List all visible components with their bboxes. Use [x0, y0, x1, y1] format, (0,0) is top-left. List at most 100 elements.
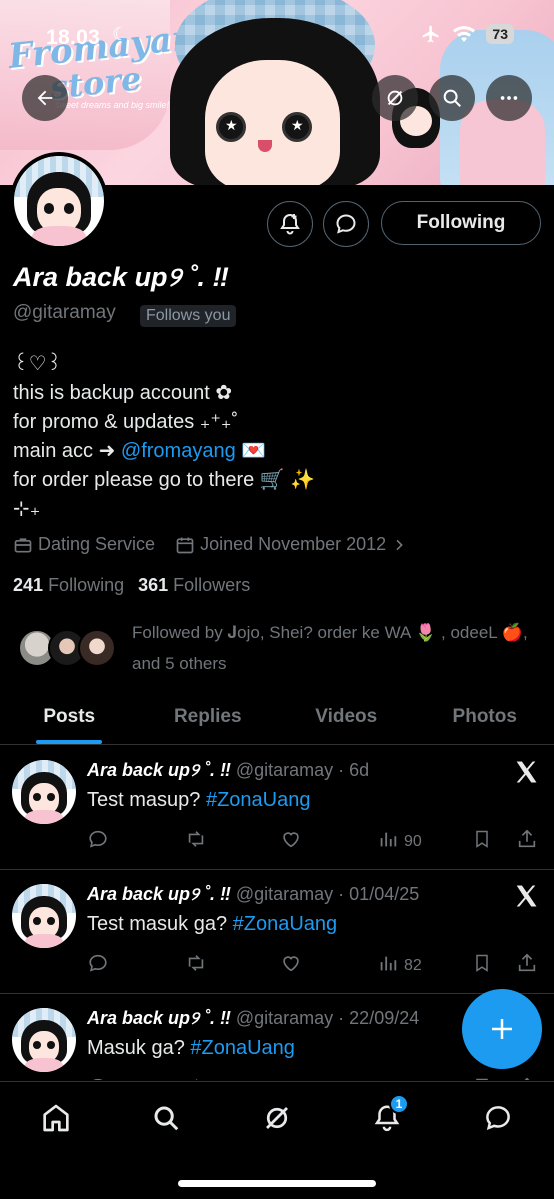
views-icon	[377, 1076, 399, 1080]
post-avatar[interactable]	[12, 760, 76, 824]
message-icon	[336, 214, 356, 234]
post-handle-date: @gitaramay · 01/04/25	[230, 884, 420, 904]
repost-icon[interactable]	[184, 1076, 208, 1080]
tab-replies[interactable]: Replies	[139, 689, 278, 744]
profile-meta: Dating Service Joined November 2012	[13, 534, 407, 555]
search-icon	[154, 1106, 179, 1131]
search-button[interactable]	[429, 75, 475, 121]
bio-line: main acc ➜ @fromayang 💌	[13, 440, 267, 462]
like-icon[interactable]	[280, 952, 302, 974]
views-icon	[377, 952, 399, 979]
status-icons: 73	[420, 24, 514, 44]
reply-icon[interactable]	[87, 1076, 109, 1080]
bell-plus-icon	[280, 213, 300, 235]
post-avatar[interactable]	[12, 884, 76, 948]
following-count-link[interactable]: 241 Following	[13, 575, 124, 596]
status-time: 18.03	[46, 26, 101, 49]
focus-moon-icon: ☾	[112, 24, 129, 44]
post-author-name[interactable]: Ara back up୨ ˚. ‼	[87, 760, 231, 780]
bio-line: for promo & updates ₊⁺₊˚	[13, 411, 239, 433]
post-actions	[87, 1076, 542, 1080]
banner-tagline: sweet dreams and big smile!	[55, 100, 170, 110]
nav-notifications[interactable]: 1	[367, 1094, 409, 1138]
grok-icon	[266, 1107, 288, 1129]
airplane-icon	[423, 25, 439, 43]
mutual-avatar	[78, 629, 116, 667]
post-hashtag[interactable]: #ZonaUang	[233, 913, 338, 935]
share-icon[interactable]	[516, 952, 538, 974]
post-author-name[interactable]: Ara back up୨ ˚. ‼	[87, 1008, 231, 1028]
battery-indicator: 73	[486, 24, 514, 44]
post-hashtag[interactable]: #ZonaUang	[190, 1037, 295, 1059]
nav-messages[interactable]	[478, 1098, 518, 1138]
joined-date[interactable]: Joined November 2012	[175, 534, 407, 555]
nav-grok[interactable]	[257, 1098, 297, 1138]
compose-post-button[interactable]	[462, 989, 542, 1069]
post-text: Test masup? #ZonaUang	[87, 789, 311, 811]
home-icon	[43, 1104, 69, 1132]
active-tab-indicator	[36, 740, 103, 744]
profile-category: Dating Service	[13, 534, 155, 555]
more-icon	[500, 96, 518, 100]
message-icon	[486, 1106, 510, 1131]
tab-videos[interactable]: Videos	[277, 689, 416, 744]
following-button[interactable]: Following	[381, 201, 541, 245]
share-icon[interactable]	[516, 828, 538, 850]
back-button[interactable]	[22, 75, 68, 121]
post-header: Ara back up୨ ˚. ‼ @gitaramay · 01/04/25	[87, 884, 419, 905]
bio-line: for order please go to there 🛒 ✨	[13, 469, 316, 491]
bio-line: ꒰♡꒱	[13, 353, 63, 375]
home-indicator	[178, 1180, 376, 1187]
notifications-subscribe-button[interactable]	[267, 201, 313, 247]
bookmark-icon[interactable]	[472, 952, 492, 974]
bookmark-icon[interactable]	[472, 828, 492, 850]
follow-counts: 241 Following 361 Followers	[13, 575, 250, 596]
banner-character-eye	[216, 112, 246, 142]
post-handle-date: @gitaramay · 22/09/24	[230, 1008, 420, 1028]
calendar-icon	[176, 537, 194, 553]
views-button[interactable]: 90	[377, 828, 422, 855]
post-avatar[interactable]	[12, 1008, 76, 1072]
bio-line: this is backup account ✿	[13, 382, 233, 404]
like-icon[interactable]	[280, 1076, 302, 1080]
bottom-navigation: 1	[0, 1081, 554, 1199]
repost-icon[interactable]	[184, 828, 208, 850]
tab-photos[interactable]: Photos	[416, 689, 554, 744]
followed-by-text: Followed by 𝐉ojo, Shei? order ke WA 🌷 , …	[132, 623, 528, 673]
nav-home[interactable]	[36, 1098, 76, 1138]
grok-button[interactable]	[372, 75, 418, 121]
x-logo-icon	[512, 758, 540, 791]
wifi-icon	[453, 26, 476, 42]
post-item[interactable]: Ara back up୨ ˚. ‼ @gitaramay · 01/04/25 T…	[0, 870, 554, 994]
chevron-right-icon	[396, 539, 403, 550]
x-logo-icon	[512, 882, 540, 915]
tab-posts[interactable]: Posts	[0, 689, 139, 744]
mutual-avatars	[18, 629, 118, 667]
post-item[interactable]: Ara back up୨ ˚. ‼ @gitaramay · 6d Test ma…	[0, 746, 554, 870]
views-button[interactable]: 82	[377, 952, 422, 979]
message-button[interactable]	[323, 201, 369, 247]
plus-icon	[492, 1019, 512, 1039]
post-header: Ara back up୨ ˚. ‼ @gitaramay · 6d	[87, 760, 369, 781]
post-author-name[interactable]: Ara back up୨ ˚. ‼	[87, 884, 231, 904]
reply-icon[interactable]	[87, 952, 109, 974]
bio-mention-link[interactable]: @fromayang	[121, 440, 236, 462]
reply-icon[interactable]	[87, 828, 109, 850]
post-hashtag[interactable]: #ZonaUang	[206, 789, 311, 811]
views-icon	[377, 828, 399, 855]
share-icon[interactable]	[516, 1076, 538, 1080]
profile-avatar[interactable]	[10, 152, 108, 250]
post-header: Ara back up୨ ˚. ‼ @gitaramay · 22/09/24	[87, 1008, 419, 1029]
bookmark-icon[interactable]	[472, 1076, 492, 1080]
post-actions: 90	[87, 828, 542, 854]
followers-count-link[interactable]: 361 Followers	[138, 575, 250, 596]
profile-handle: @gitaramay	[13, 302, 116, 323]
views-button[interactable]	[377, 1076, 404, 1080]
nav-search[interactable]	[146, 1098, 186, 1138]
more-options-button[interactable]	[486, 75, 532, 121]
grok-icon	[387, 90, 403, 106]
repost-icon[interactable]	[184, 952, 208, 974]
like-icon[interactable]	[280, 828, 302, 850]
post-text: Masuk ga? #ZonaUang	[87, 1037, 295, 1059]
bio-line: ⊹₊	[13, 498, 41, 520]
